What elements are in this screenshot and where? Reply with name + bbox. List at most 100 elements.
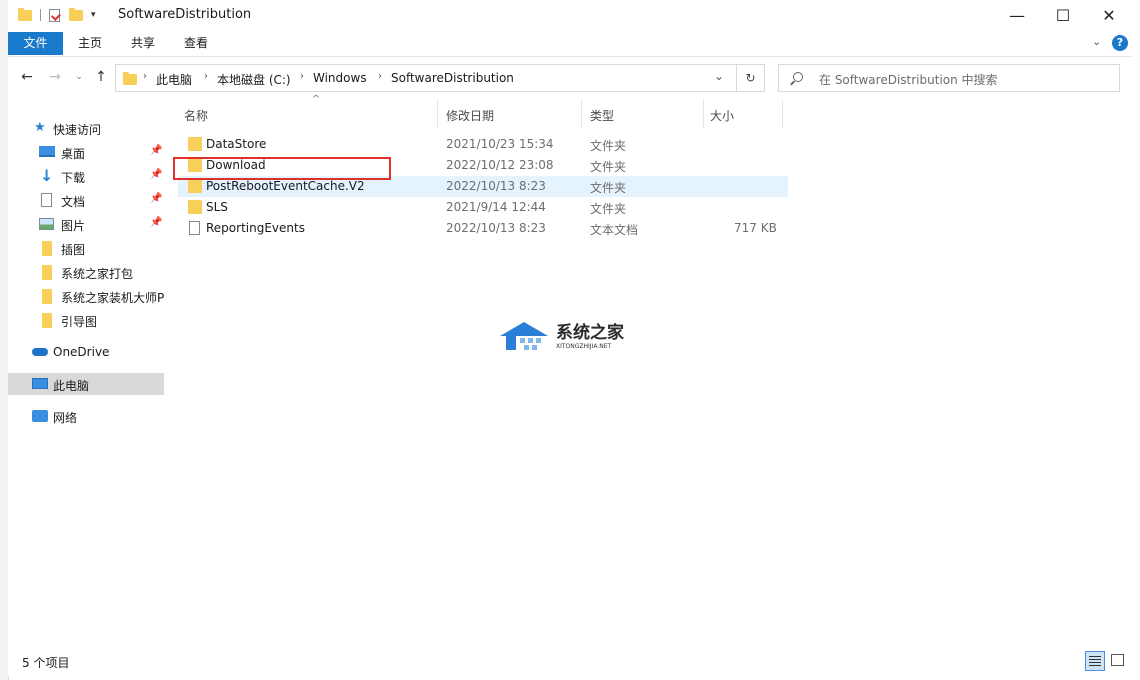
sidebar-item-label: 图片	[61, 219, 86, 233]
sidebar-item-folder[interactable]: 系统之家打包	[8, 261, 164, 283]
sidebar-item-documents[interactable]: 文档 📌	[8, 189, 164, 211]
watermark-title: 系统之家	[556, 323, 624, 343]
sidebar-item-folder[interactable]: 系统之家装机大师P	[8, 285, 164, 307]
sidebar-item-label: 下载	[61, 171, 86, 185]
sidebar-item-label: 网络	[53, 411, 78, 425]
sidebar-item-label: 引导图	[61, 315, 98, 329]
ribbon: 文件 主页 共享 查看 ⌄ ?	[8, 30, 1132, 57]
sidebar-item-pictures[interactable]: 图片 📌	[8, 213, 164, 235]
breadcrumb-separator[interactable]: ›	[300, 71, 304, 82]
highlight-annotation-box	[173, 157, 391, 180]
folder-icon	[188, 179, 202, 193]
folder-icon	[42, 289, 52, 304]
item-count: 5 个项目	[22, 656, 70, 670]
address-dropdown-chevron-icon[interactable]: ⌄	[714, 69, 724, 83]
file-type: 文本文档	[590, 223, 639, 237]
pin-icon[interactable]: 📌	[150, 169, 162, 180]
tab-file[interactable]: 文件	[8, 32, 63, 55]
sidebar-item-label: OneDrive	[53, 345, 110, 359]
sidebar-item-label: 系统之家装机大师P	[61, 291, 165, 305]
file-date: 2022/10/13 8:23	[446, 221, 546, 235]
sidebar-item-onedrive[interactable]: OneDrive	[8, 341, 164, 363]
title-bar: ▾ SoftwareDistribution — ☐ ✕	[8, 0, 1132, 30]
search-input[interactable]: 在 SoftwareDistribution 中搜索	[819, 71, 998, 88]
navigation-bar: ← → ⌄ ↑ › 此电脑 › 本地磁盘 (C:) › Windows › So…	[8, 62, 1132, 94]
download-arrow-icon: ↓	[40, 166, 54, 185]
tab-home[interactable]: 主页	[70, 32, 110, 55]
column-divider[interactable]	[703, 100, 704, 128]
pin-icon[interactable]: 📌	[150, 217, 162, 228]
sidebar-item-folder[interactable]: 引导图	[8, 309, 164, 331]
watermark-subtitle: XITONGZHIJIA.NET	[556, 343, 612, 350]
table-row[interactable]: DataStore 2021/10/23 15:34 文件夹	[178, 134, 788, 155]
cloud-icon	[32, 348, 48, 356]
sidebar-item-desktop[interactable]: 桌面 📌	[8, 141, 164, 163]
customize-toolbar-chevron-icon[interactable]: ▾	[91, 10, 96, 20]
file-name: DataStore	[206, 137, 267, 151]
file-name: ReportingEvents	[206, 221, 305, 235]
sidebar-item-network[interactable]: 网络	[8, 405, 164, 427]
sidebar-item-downloads[interactable]: ↓ 下载 📌	[8, 165, 164, 187]
help-icon[interactable]: ?	[1112, 35, 1128, 51]
breadcrumb-separator[interactable]: ›	[204, 71, 208, 82]
sidebar-item-this-pc[interactable]: 此电脑	[8, 373, 164, 395]
divider	[40, 9, 41, 21]
file-type: 文件夹	[590, 181, 627, 195]
breadcrumb-separator[interactable]: ›	[143, 71, 147, 82]
maximize-button[interactable]: ☐	[1040, 0, 1086, 30]
sidebar-item-label: 系统之家打包	[61, 267, 134, 281]
window-title: SoftwareDistribution	[118, 7, 252, 22]
column-divider[interactable]	[581, 100, 582, 128]
text-file-icon	[189, 221, 200, 235]
table-row[interactable]: SLS 2021/9/14 12:44 文件夹	[178, 197, 788, 218]
sort-ascending-chevron-icon: ^	[312, 94, 321, 105]
minimize-button[interactable]: —	[994, 0, 1040, 30]
sidebar-item-quick-access[interactable]: ★ 快速访问	[8, 117, 164, 139]
close-button[interactable]: ✕	[1086, 0, 1132, 30]
breadcrumb-software-distribution[interactable]: SoftwareDistribution	[391, 71, 514, 85]
forward-arrow-icon[interactable]: →	[46, 68, 64, 86]
pin-icon[interactable]: 📌	[150, 145, 162, 156]
star-icon: ★	[34, 120, 46, 135]
file-date: 2021/9/14 12:44	[446, 200, 546, 214]
column-divider[interactable]	[782, 100, 783, 128]
new-folder-icon[interactable]	[69, 7, 83, 21]
sidebar-item-label: 此电脑	[53, 379, 90, 393]
file-type: 文件夹	[590, 160, 627, 174]
navigation-pane: ★ 快速访问 桌面 📌 ↓ 下载 📌 文档 📌 图片 📌 插图 系统之家打包 系…	[8, 96, 168, 646]
large-icons-view-button[interactable]	[1108, 651, 1128, 671]
computer-icon	[32, 378, 48, 389]
expand-ribbon-chevron-icon[interactable]: ⌄	[1092, 35, 1101, 48]
column-divider[interactable]	[437, 100, 438, 128]
column-header-name[interactable]: 名称	[184, 107, 208, 124]
properties-icon[interactable]	[49, 8, 61, 22]
tab-share[interactable]: 共享	[123, 32, 163, 55]
column-header-type[interactable]: 类型	[590, 107, 614, 124]
sidebar-item-folder[interactable]: 插图	[8, 237, 164, 259]
breadcrumb-separator[interactable]: ›	[378, 71, 382, 82]
picture-icon	[39, 218, 54, 230]
breadcrumb-windows[interactable]: Windows	[313, 71, 367, 85]
address-bar[interactable]: › 此电脑 › 本地磁盘 (C:) › Windows › SoftwareDi…	[115, 64, 737, 92]
breadcrumb-this-pc[interactable]: 此电脑	[156, 71, 192, 88]
pin-icon[interactable]: 📌	[150, 193, 162, 204]
breadcrumb-local-disk[interactable]: 本地磁盘 (C:)	[217, 71, 291, 88]
status-bar: 5 个项目	[8, 650, 1132, 676]
network-icon	[32, 410, 48, 422]
sidebar-item-label: 桌面	[61, 147, 86, 161]
folder-icon	[18, 7, 32, 21]
refresh-button[interactable]: ↻	[737, 64, 765, 92]
file-type: 文件夹	[590, 139, 627, 153]
tab-view[interactable]: 查看	[176, 32, 216, 55]
up-arrow-icon[interactable]: ↑	[92, 68, 110, 86]
folder-icon	[123, 72, 137, 85]
column-header-size[interactable]: 大小	[710, 107, 734, 124]
house-logo-icon	[500, 322, 548, 350]
table-row[interactable]: ReportingEvents 2022/10/13 8:23 文本文档 717…	[178, 218, 788, 239]
folder-icon	[42, 313, 52, 328]
details-view-button[interactable]	[1085, 651, 1105, 671]
column-header-date[interactable]: 修改日期	[446, 107, 494, 124]
back-arrow-icon[interactable]: ←	[18, 68, 36, 86]
recent-locations-chevron-icon[interactable]: ⌄	[70, 68, 88, 86]
search-box[interactable]: 在 SoftwareDistribution 中搜索	[778, 64, 1120, 92]
